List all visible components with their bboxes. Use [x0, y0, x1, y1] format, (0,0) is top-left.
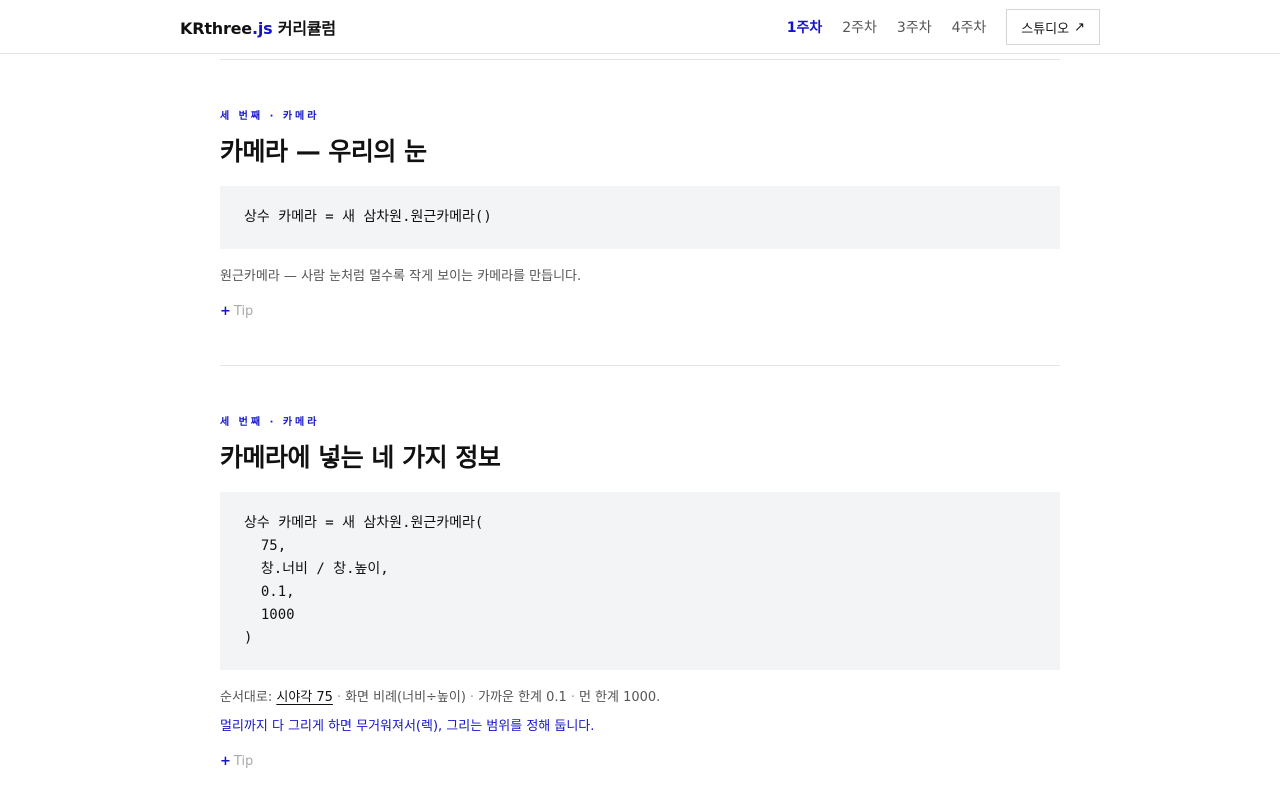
section-title: 카메라 — 우리의 눈 [220, 137, 427, 166]
external-link-icon: ↗ [1074, 19, 1085, 35]
brand-main: KRthree [180, 19, 252, 38]
separator-dot: · [469, 690, 475, 705]
section-title: 카메라에 넣는 네 가지 정보 [220, 443, 501, 472]
lesson-section-camera: 세 번째 · 카메라 카메라 — 우리의 눈 상수 카메라 = 새 삼차원.원근… [220, 107, 1060, 319]
desc-prefix: 순서대로: [220, 690, 277, 705]
desc-item-far: 먼 한계 1000. [578, 690, 661, 705]
top-divider [220, 59, 1060, 60]
week-nav: 1주차 2주차 3주차 4주차 스튜디오 ↗ [787, 8, 1100, 46]
studio-label: 스튜디오 [1021, 21, 1070, 37]
section-eyebrow: 세 번째 · 카메라 [220, 417, 320, 428]
desc-item-aspect: 화면 비례(너비÷높이) [345, 690, 466, 705]
section-description: 원근카메라 — 사람 눈처럼 멀수록 작게 보이는 카메라를 만듭니다. [220, 269, 582, 284]
section-eyebrow: 세 번째 · 카메라 [220, 111, 320, 122]
nav-week-1[interactable]: 1주차 [787, 17, 823, 37]
code-block: 상수 카메라 = 새 삼차원.원근카메라( 75, 창.너비 / 창.높이, 0… [220, 492, 1060, 670]
brand-js: .js [251, 19, 273, 38]
tip-toggle[interactable]: + Tip [220, 754, 253, 769]
brand-logo[interactable]: KRthree.js 커리큘럼 [180, 15, 336, 39]
lesson-section-camera-params: 세 번째 · 카메라 카메라에 넣는 네 가지 정보 상수 카메라 = 새 삼차… [220, 413, 1060, 769]
section-note: 멀리까지 다 그리게 하면 무거워져서(렉), 그리는 범위를 정해 둡니다. [220, 719, 595, 734]
studio-button[interactable]: 스튜디오 ↗ [1006, 9, 1100, 45]
tip-label: Tip [233, 304, 254, 319]
nav-week-3[interactable]: 3주차 [897, 17, 932, 37]
separator-dot: · [336, 690, 342, 705]
plus-icon: + [220, 304, 231, 319]
fov-highlight: 시야각 75 [276, 690, 333, 705]
brand-suffix: 커리큘럼 [272, 19, 336, 38]
nav-week-2[interactable]: 2주차 [842, 17, 877, 37]
plus-icon: + [220, 754, 231, 769]
tip-label: Tip [233, 754, 254, 769]
desc-item-near: 가까운 한계 0.1 [478, 690, 567, 705]
code-block: 상수 카메라 = 새 삼차원.원근카메라() [220, 186, 1060, 249]
nav-week-4[interactable]: 4주차 [952, 17, 987, 37]
section-divider [220, 365, 1060, 366]
section-description: 순서대로: 시야각 75 · 화면 비례(너비÷높이) · 가까운 한계 0.1 · 먼 한… [220, 686, 1060, 705]
separator-dot: · [570, 690, 575, 705]
tip-toggle[interactable]: + Tip [220, 304, 253, 319]
top-header: KRthree.js 커리큘럼 1주차 2주차 3주차 4주차 스튜디오 ↗ [0, 0, 1280, 54]
